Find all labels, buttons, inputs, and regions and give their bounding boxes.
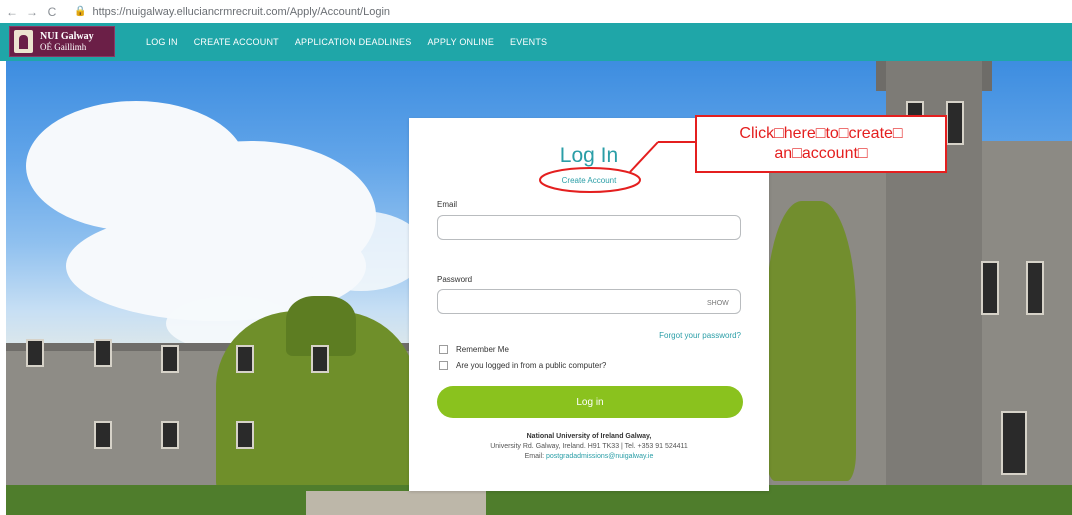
footer-address: University Rd. Galway, Ireland. H91 TK33… bbox=[490, 443, 688, 450]
password-label: Password bbox=[437, 275, 473, 284]
window bbox=[94, 421, 112, 449]
window bbox=[311, 345, 329, 373]
footer-email-row: Email: postgradadmissions@nuigalway.ie bbox=[409, 452, 769, 462]
site-navigation: NUI Galway OÉ Gaillimh LOG IN CREATE ACC… bbox=[0, 23, 1072, 61]
nav-link-events[interactable]: EVENTS bbox=[510, 37, 547, 47]
footer-org: National University of Ireland Galway, bbox=[526, 433, 652, 440]
login-card: Log In Create Account Email Password SHO… bbox=[409, 118, 769, 491]
window bbox=[94, 339, 112, 367]
callout-line-2: an□account□ bbox=[774, 145, 868, 162]
callout-line-1: Click□here□to□create□ bbox=[739, 125, 903, 142]
window bbox=[26, 339, 44, 367]
create-account-link[interactable]: Create Account bbox=[409, 176, 769, 185]
logo-line-2: OÉ Gaillimh bbox=[40, 41, 87, 52]
footer-email-link[interactable]: postgradadmissions@nuigalway.ie bbox=[546, 453, 653, 460]
show-password-toggle[interactable]: SHOW bbox=[707, 300, 729, 307]
window bbox=[981, 261, 999, 315]
nav-link-apply-online[interactable]: APPLY ONLINE bbox=[427, 37, 494, 47]
remember-me-checkbox[interactable] bbox=[439, 345, 448, 354]
reload-icon[interactable]: C bbox=[44, 5, 60, 19]
university-logo[interactable]: NUI Galway OÉ Gaillimh bbox=[9, 26, 115, 57]
forward-icon[interactable]: → bbox=[24, 5, 40, 19]
window bbox=[236, 345, 254, 373]
crest-icon bbox=[14, 30, 33, 53]
footpath bbox=[306, 491, 486, 515]
doorway bbox=[1001, 411, 1027, 475]
cloud bbox=[296, 211, 426, 291]
log-in-button[interactable]: Log in bbox=[437, 386, 743, 418]
annotation-callout: Click□here□to□create□ an□account□ bbox=[695, 115, 947, 173]
window bbox=[1026, 261, 1044, 315]
public-computer-checkbox[interactable] bbox=[439, 361, 448, 370]
window bbox=[161, 421, 179, 449]
logo-line-1: NUI Galway bbox=[40, 30, 94, 42]
remember-me-label: Remember Me bbox=[456, 345, 509, 354]
public-computer-row[interactable]: Are you logged in from a public computer… bbox=[439, 361, 606, 370]
nav-link-application-deadlines[interactable]: APPLICATION DEADLINES bbox=[295, 37, 412, 47]
remember-me-row[interactable]: Remember Me bbox=[439, 345, 509, 354]
nav-link-log-in[interactable]: LOG IN bbox=[146, 37, 178, 47]
window bbox=[946, 101, 964, 145]
footer-email-label: Email: bbox=[524, 453, 547, 460]
browser-address-bar: ← → C 🔒 https://nuigalway.elluciancrmrec… bbox=[0, 0, 1072, 23]
nav-link-create-account[interactable]: CREATE ACCOUNT bbox=[194, 37, 279, 47]
ivy-foliage bbox=[766, 201, 856, 481]
window bbox=[161, 345, 179, 373]
email-label: Email bbox=[437, 200, 458, 209]
back-icon[interactable]: ← bbox=[4, 5, 20, 19]
url-text[interactable]: https://nuigalway.elluciancrmrecruit.com… bbox=[92, 6, 390, 18]
email-field[interactable] bbox=[437, 215, 741, 240]
public-computer-label: Are you logged in from a public computer… bbox=[456, 361, 607, 370]
password-field[interactable] bbox=[437, 289, 741, 314]
logo-text: NUI Galway OÉ Gaillimh bbox=[40, 30, 94, 52]
lock-icon: 🔒 bbox=[74, 6, 87, 17]
window bbox=[236, 421, 254, 449]
forgot-password-link[interactable]: Forgot your password? bbox=[659, 331, 741, 340]
footer-contact: National University of Ireland Galway, U… bbox=[409, 432, 769, 462]
nav-links: LOG IN CREATE ACCOUNT APPLICATION DEADLI… bbox=[146, 23, 563, 61]
